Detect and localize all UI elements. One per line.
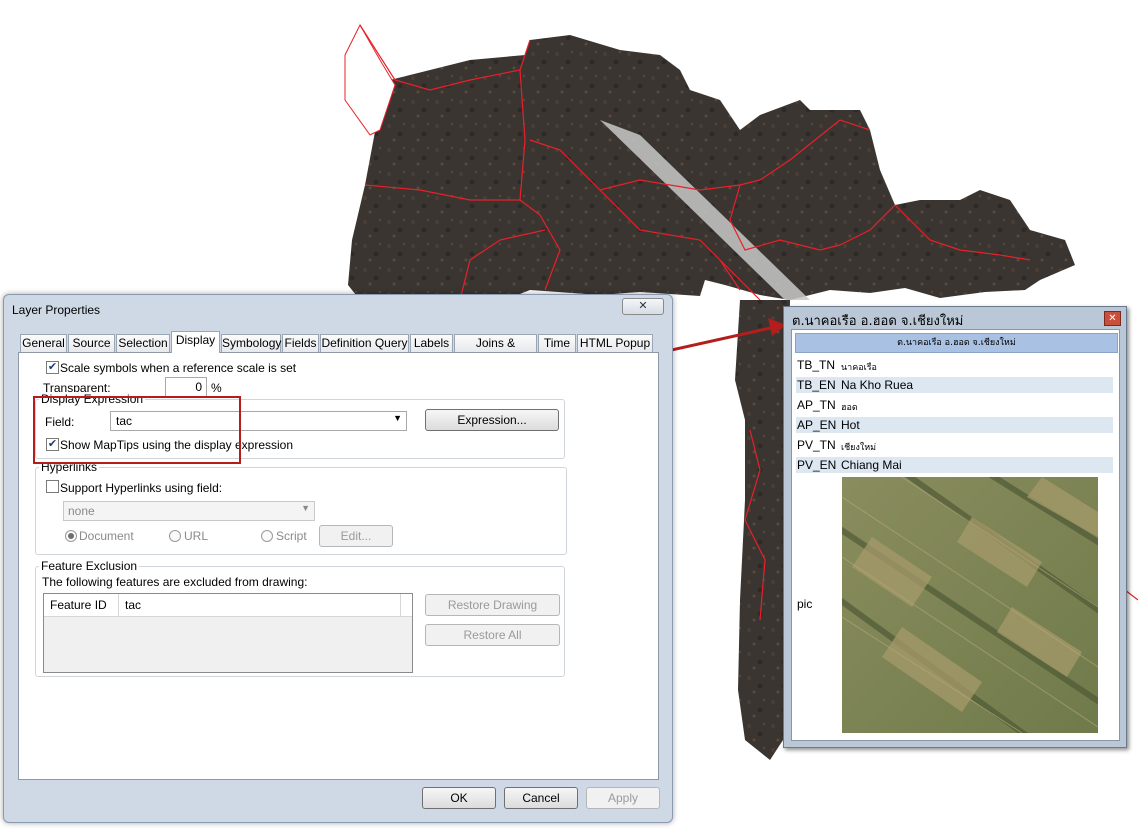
tab-fields[interactable]: Fields: [282, 334, 319, 352]
close-icon[interactable]: ✕: [1104, 311, 1121, 326]
restore-all-button[interactable]: Restore All: [425, 624, 560, 646]
radio-url-label: URL: [184, 529, 209, 543]
restore-drawing-button[interactable]: Restore Drawing: [425, 594, 560, 616]
list-item: PV_EN Chiang Mai: [796, 457, 1113, 473]
support-hyperlinks-label: Support Hyperlinks using field:: [60, 481, 223, 495]
tab-html-popup[interactable]: HTML Popup: [577, 334, 653, 352]
pic-label: pic: [797, 597, 813, 611]
hyperlink-field-select[interactable]: none ▼: [63, 501, 315, 521]
radio-url[interactable]: [169, 530, 181, 542]
row-key: PV_EN: [797, 458, 837, 472]
feature-exclusion-title: Feature Exclusion: [39, 559, 140, 573]
radio-script[interactable]: [261, 530, 273, 542]
row-key: PV_TN: [797, 438, 836, 452]
layer-properties-dialog: Layer Properties ✕ General Source Select…: [3, 294, 673, 823]
tab-symbology[interactable]: Symbology: [221, 334, 281, 352]
row-key: AP_EN: [797, 418, 837, 432]
expression-button[interactable]: Expression...: [425, 409, 559, 431]
row-value: Na Kho Ruea: [841, 378, 914, 392]
feature-exclusion-description: The following features are excluded from…: [42, 575, 308, 589]
list-item: PV_TN เชียงใหม่: [796, 437, 1113, 453]
row-value: Chiang Mai: [841, 458, 902, 472]
transparent-unit: %: [211, 381, 222, 395]
row-value: Hot: [841, 418, 860, 432]
row-key: AP_TN: [797, 398, 836, 412]
list-item: TB_EN Na Kho Ruea: [796, 377, 1113, 393]
support-hyperlinks-checkbox[interactable]: [46, 480, 59, 493]
tab-definition-query[interactable]: Definition Query: [320, 334, 409, 352]
dialog-close-button[interactable]: ✕: [622, 298, 664, 315]
column-tac[interactable]: tac: [125, 598, 141, 612]
highlight-box: [33, 396, 241, 464]
radio-script-label: Script: [276, 529, 307, 543]
cancel-button[interactable]: Cancel: [504, 787, 578, 809]
aerial-photo: [842, 477, 1098, 733]
hyperlink-field-value: none: [68, 504, 95, 518]
maptip-title: ต.นาคอเรือ อ.ฮอด จ.เชียงใหม่: [792, 314, 964, 329]
list-header: Feature ID tac: [44, 594, 412, 617]
row-key: TB_EN: [797, 378, 836, 392]
ok-button[interactable]: OK: [422, 787, 496, 809]
list-item: TB_TN นาคอเรือ: [796, 357, 1113, 373]
scale-symbols-checkbox[interactable]: ✔: [46, 361, 59, 374]
row-value: เชียงใหม่: [841, 442, 877, 452]
maptip-header: ต.นาคอเรือ อ.ฮอด จ.เชียงใหม่: [795, 333, 1118, 353]
row-value: ฮอด: [841, 402, 858, 412]
list-item: AP_TN ฮอด: [796, 397, 1113, 413]
tab-labels[interactable]: Labels: [410, 334, 453, 352]
maptip-body: ต.นาคอเรือ อ.ฮอด จ.เชียงใหม่ TB_TN นาคอเ…: [791, 329, 1120, 741]
column-feature-id[interactable]: Feature ID: [50, 598, 107, 612]
tab-source[interactable]: Source: [68, 334, 115, 352]
list-item: AP_EN Hot: [796, 417, 1113, 433]
transparent-value: 0: [195, 380, 202, 394]
edit-button[interactable]: Edit...: [319, 525, 393, 547]
chevron-down-icon: ▼: [393, 413, 402, 423]
maptip-window: ต.นาคอเรือ อ.ฮอด จ.เชียงใหม่ ✕ ต.นาคอเรื…: [783, 306, 1127, 748]
tab-general[interactable]: General: [20, 334, 67, 352]
chevron-down-icon: ▼: [301, 503, 310, 513]
tab-display[interactable]: Display: [171, 331, 220, 353]
tab-time[interactable]: Time: [538, 334, 576, 352]
row-key: TB_TN: [797, 358, 836, 372]
tab-joins-relates[interactable]: Joins & Relates: [454, 334, 537, 367]
dialog-title: Layer Properties: [12, 303, 101, 317]
apply-button[interactable]: Apply: [586, 787, 660, 809]
excluded-features-list[interactable]: Feature ID tac: [43, 593, 413, 673]
row-value: นาคอเรือ: [841, 362, 877, 372]
radio-document[interactable]: [65, 530, 77, 542]
radio-document-label: Document: [79, 529, 134, 543]
tab-selection[interactable]: Selection: [116, 334, 170, 352]
transparent-input[interactable]: 0: [165, 377, 207, 397]
scale-symbols-label: Scale symbols when a reference scale is …: [60, 361, 297, 375]
